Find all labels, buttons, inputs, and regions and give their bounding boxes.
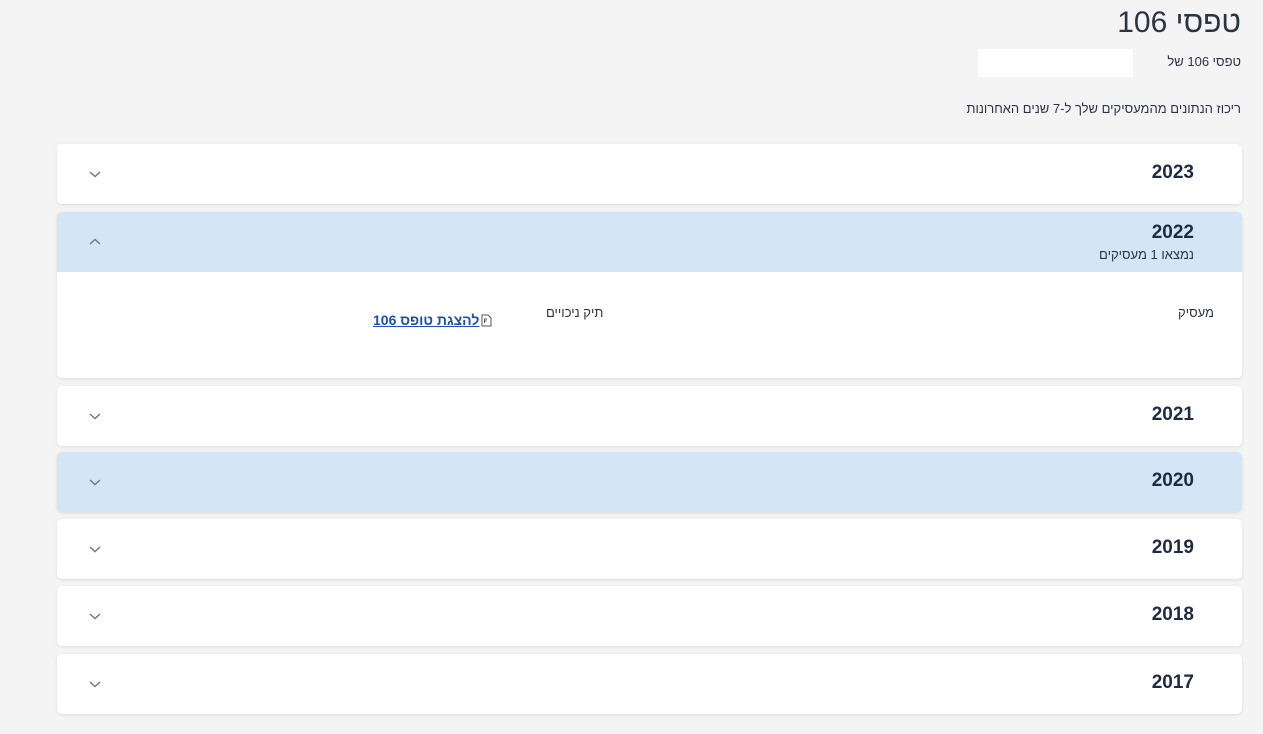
year-panel-2020: 2020	[57, 452, 1242, 512]
year-panel-body-2022: מעסיק תיק ניכויים להצגת טופס 106	[57, 272, 1242, 378]
year-header-2023[interactable]: 2023	[57, 144, 1242, 204]
year-panel-2018: 2018	[57, 586, 1242, 646]
year-panel-2022: 2022 נמצאו 1 מעסיקים מעסיק תיק ניכויים ל…	[57, 212, 1242, 378]
year-header-2022[interactable]: 2022 נמצאו 1 מעסיקים	[57, 212, 1242, 272]
show-form-106-label: להצגת טופס 106	[373, 312, 480, 328]
chevron-down-icon	[87, 676, 103, 692]
year-header-2019[interactable]: 2019	[57, 519, 1242, 579]
chevron-up-icon	[87, 234, 103, 250]
page: טפסי 106 טפסי 106 של ריכוז הנתונים מהמעס…	[0, 0, 1263, 734]
chevron-down-icon	[87, 408, 103, 424]
year-header-2020[interactable]: 2020	[57, 452, 1242, 512]
page-subtitle: טפסי 106 של	[1167, 54, 1241, 69]
year-label: 2017	[1151, 672, 1194, 693]
year-label: 2021	[1151, 404, 1194, 425]
year-label: 2018	[1151, 604, 1194, 625]
year-label: 2019	[1151, 537, 1194, 558]
year-header-2017[interactable]: 2017	[57, 654, 1242, 714]
chevron-down-icon	[87, 474, 103, 490]
employer-count: נמצאו 1 מעסיקים	[1099, 247, 1194, 262]
chevron-down-icon	[87, 541, 103, 557]
employer-column-header: מעסיק	[1178, 305, 1214, 320]
chevron-down-icon	[87, 608, 103, 624]
year-label: 2020	[1151, 470, 1194, 491]
document-icon	[481, 314, 492, 327]
redacted-name-box	[978, 49, 1133, 77]
year-label: 2023	[1151, 162, 1194, 183]
year-label: 2022	[1151, 222, 1194, 243]
chevron-down-icon	[87, 166, 103, 182]
year-header-2021[interactable]: 2021	[57, 386, 1242, 446]
year-header-2018[interactable]: 2018	[57, 586, 1242, 646]
year-panel-2023: 2023	[57, 144, 1242, 204]
year-panel-2019: 2019	[57, 519, 1242, 579]
show-form-106-link[interactable]: להצגת טופס 106	[373, 312, 492, 328]
summary-text: ריכוז הנתונים מהמעסיקים שלך ל-7 שנים האח…	[966, 101, 1241, 116]
year-panel-2017: 2017	[57, 654, 1242, 714]
deductions-file-column-header: תיק ניכויים	[546, 305, 604, 320]
year-panel-2021: 2021	[57, 386, 1242, 446]
page-title: טפסי 106	[1117, 6, 1241, 39]
